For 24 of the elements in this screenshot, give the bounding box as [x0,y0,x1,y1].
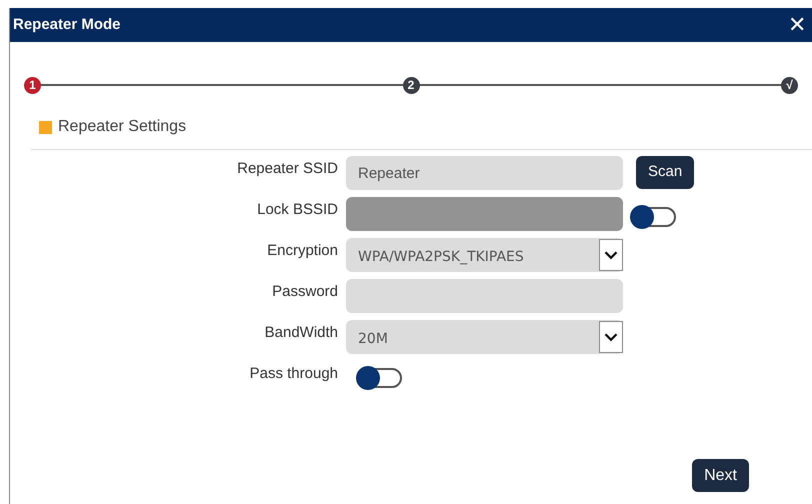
step-marker: √ [781,76,798,94]
toggle-switch[interactable] [358,368,402,388]
field-label: BandWidth [264,323,339,343]
text-field[interactable]: Repeater [346,156,623,190]
dropdown-value: WPA/WPA2PSK_TKIPAES [357,248,525,266]
text-field[interactable] [346,279,623,313]
chevron-down-icon [599,321,623,353]
next-button[interactable]: Next [692,459,749,492]
field-label: Pass through [248,364,339,384]
dropdown-field[interactable]: 20M [346,320,623,354]
field-label: Password [271,282,339,302]
step-marker: 1 [24,76,41,94]
dropdown-field[interactable]: WPA/WPA2PSK_TKIPAES [346,238,623,272]
scan-button[interactable]: Scan [636,156,694,189]
section-title: Repeater Settings [58,117,186,137]
window-title: Repeater Mode [13,14,121,35]
section-marker-icon [39,120,52,134]
field-label: Repeater SSID [236,159,339,179]
step-marker: 2 [402,76,420,94]
dropdown-value: 20M [357,330,389,348]
close-button[interactable]: ✕ [788,14,806,36]
chevron-down-icon [599,239,623,271]
field-label: Lock BSSID [256,200,339,220]
field-label: Encryption [266,241,339,261]
